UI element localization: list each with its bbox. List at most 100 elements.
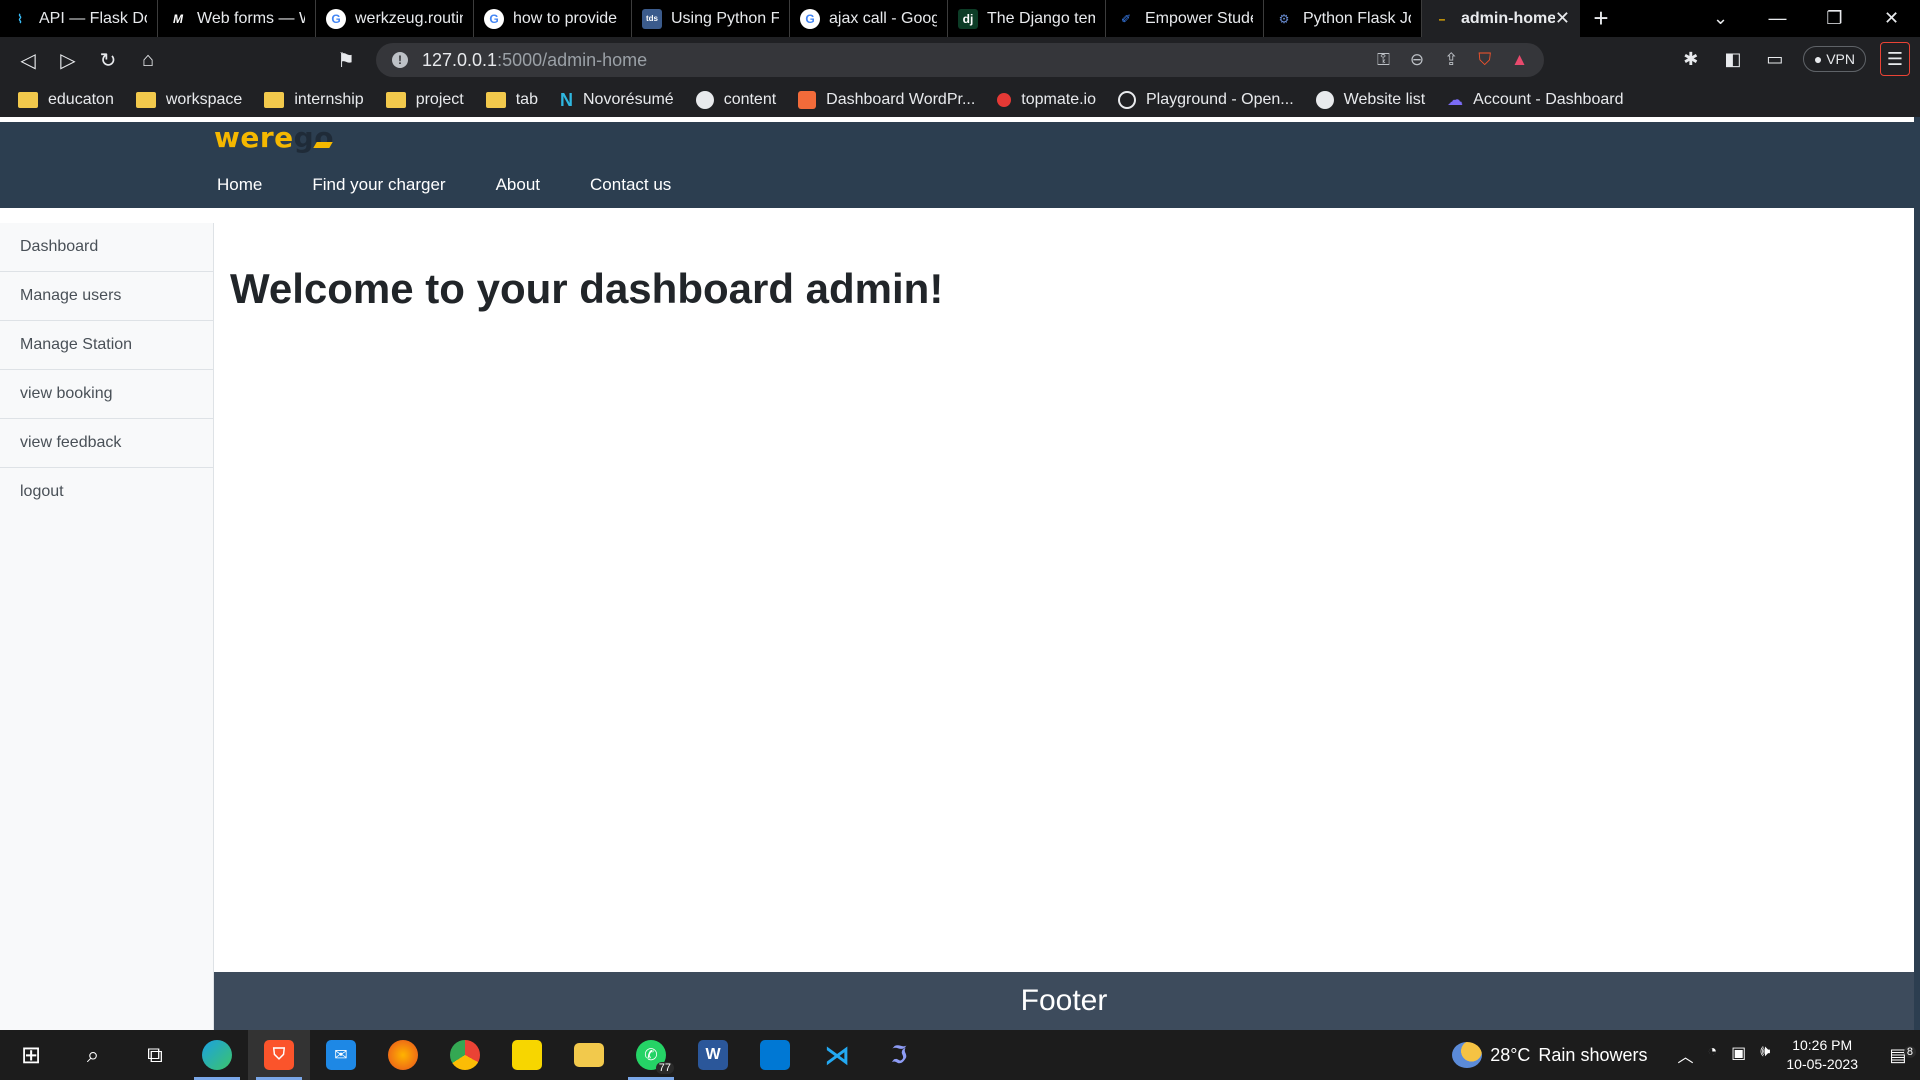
bookmark-topmate[interactable]: topmate.io <box>997 91 1096 109</box>
bookmark-novoresume[interactable]: N Novorésumé <box>560 90 674 111</box>
reload-icon[interactable]: ↻ <box>88 40 128 80</box>
tab-werkzeug-routing[interactable]: G werkzeug.routing <box>316 0 474 37</box>
nav-contact-us[interactable]: Contact us <box>590 175 671 195</box>
sidebar-item-view-booking[interactable]: view booking <box>0 370 213 419</box>
mdn-icon: M <box>173 11 183 26</box>
volume-icon[interactable]: 🕪 <box>1760 1043 1770 1067</box>
nav-home[interactable]: Home <box>217 175 262 195</box>
tab-search-icon[interactable]: ⌄ <box>1692 0 1749 37</box>
bookmarks-bar: educaton workspace internship project ta… <box>0 83 1920 117</box>
sidebar-icon[interactable]: ◧ <box>1719 42 1747 76</box>
weather-rain-icon <box>1452 1042 1483 1068</box>
tds-icon: tds <box>642 8 662 29</box>
sidebar-item-logout[interactable]: logout <box>0 468 213 517</box>
photos-icon <box>760 1040 790 1070</box>
tab-admin-home[interactable]: – admin-home ✕ <box>1422 0 1580 37</box>
brave-rewards-icon[interactable]: ▲ <box>1511 50 1528 70</box>
password-key-icon[interactable]: ⚿ <box>1377 50 1390 70</box>
taskbar-file-explorer[interactable] <box>558 1030 620 1080</box>
bookmark-internship[interactable]: internship <box>264 91 364 109</box>
tab-flask-api[interactable]: ⌇ API — Flask Docu <box>0 0 158 37</box>
extensions-icon[interactable]: ✱ <box>1677 42 1705 76</box>
start-button[interactable]: ⊞ <box>0 1030 62 1080</box>
back-icon[interactable]: ◁ <box>8 40 48 80</box>
battery-icon[interactable]: ▣ <box>1731 1043 1746 1067</box>
whatsapp-badge: 77 <box>655 1062 674 1074</box>
minimize-icon[interactable]: — <box>1749 0 1806 37</box>
share-icon[interactable]: ⇪ <box>1444 50 1458 70</box>
tab-web-forms[interactable]: M Web forms — W <box>158 0 316 37</box>
address-bar-actions: ⚿ ⊖ ⇪ ⛉ ▲ <box>1377 50 1528 70</box>
taskbar-firefox[interactable] <box>372 1030 434 1080</box>
bookmark-workspace[interactable]: workspace <box>135 91 242 109</box>
bookmark-account-dashboard[interactable]: ☁ Account - Dashboard <box>1447 90 1623 110</box>
nav-find-your-charger[interactable]: Find your charger <box>312 175 445 195</box>
nav-about[interactable]: About <box>496 175 540 195</box>
wallet-icon[interactable]: ▭ <box>1761 42 1789 76</box>
new-tab-button[interactable]: + <box>1580 0 1622 37</box>
home-icon[interactable]: ⌂ <box>128 40 168 80</box>
address-bar[interactable]: ! 127.0.0.1:5000/admin-home ⚿ ⊖ ⇪ ⛉ ▲ <box>376 43 1544 77</box>
edge-icon <box>202 1040 232 1070</box>
close-tab-icon[interactable]: ✕ <box>1555 8 1570 29</box>
bookmark-tab[interactable]: tab <box>485 91 538 109</box>
tab-ajax-call[interactable]: G ajax call - Google <box>790 0 948 37</box>
close-window-icon[interactable]: ✕ <box>1863 0 1920 37</box>
taskbar-photos[interactable] <box>744 1030 806 1080</box>
bookmark-project[interactable]: project <box>385 91 464 109</box>
site-info-icon[interactable]: ! <box>392 52 408 68</box>
tab-empower-student[interactable]: ✐ Empower Studen <box>1106 0 1264 37</box>
menu-icon[interactable]: ☰ <box>1880 42 1910 76</box>
wifi-icon[interactable]: ◔ <box>1707 1043 1717 1067</box>
novoresume-icon: N <box>559 89 573 110</box>
taskbar-brave[interactable]: ⛉ <box>248 1030 310 1080</box>
taskbar-edge[interactable] <box>186 1030 248 1080</box>
app-icon: ℑ <box>890 1041 908 1069</box>
folder-icon <box>385 92 406 108</box>
tab-how-to-provide[interactable]: G how to provide li <box>474 0 632 37</box>
taskbar-whatsapp[interactable]: ✆ 77 <box>620 1030 682 1080</box>
taskbar-word[interactable]: W <box>682 1030 744 1080</box>
vpn-button[interactable]: ● VPN <box>1802 46 1866 72</box>
page-scrollbar[interactable] <box>1914 117 1920 1030</box>
bookmark-content[interactable]: content <box>695 91 776 109</box>
tab-django-template[interactable]: dj The Django temp <box>948 0 1106 37</box>
taskbar-app[interactable]: ℑ <box>868 1030 930 1080</box>
brave-icon: ⛉ <box>264 1040 294 1070</box>
sidebar-item-dashboard[interactable]: Dashboard <box>0 223 213 272</box>
search-icon[interactable]: ⌕ <box>62 1030 124 1080</box>
site-header: werego Home Find your charger About Cont… <box>0 121 1914 208</box>
window-controls: ⌄ — ❐ ✕ <box>1692 0 1920 37</box>
google-icon: G <box>484 8 504 29</box>
bookmark-dashboard-wordpress[interactable]: Dashboard WordPr... <box>798 91 975 109</box>
bookmark-icon[interactable]: ⚑ <box>326 40 366 80</box>
brave-shield-icon[interactable]: ⛉ <box>1478 50 1491 70</box>
loading-icon: – <box>1438 11 1446 26</box>
notification-center[interactable]: ▤ 8 <box>1876 1045 1920 1066</box>
globe-icon <box>1315 91 1334 109</box>
tab-python-flask-jquery[interactable]: ⚙ Python Flask Jqu <box>1264 0 1422 37</box>
page-viewport: werego Home Find your charger About Cont… <box>0 117 1920 1030</box>
sidebar-item-manage-users[interactable]: Manage users <box>0 272 213 321</box>
taskbar-vscode[interactable]: ⋊ <box>806 1030 868 1080</box>
clock[interactable]: 10:26 PM 10-05-2023 <box>1786 1036 1858 1074</box>
taskbar-sticky-notes[interactable] <box>496 1030 558 1080</box>
account-icon: ☁ <box>1447 92 1464 109</box>
mail-icon: ✉ <box>326 1040 356 1070</box>
bookmark-website-list[interactable]: Website list <box>1315 91 1425 109</box>
weather-widget[interactable]: 28°C Rain showers <box>1452 1042 1647 1068</box>
zoom-icon[interactable]: ⊖ <box>1410 50 1424 70</box>
taskbar-chrome[interactable] <box>434 1030 496 1080</box>
bookmark-playground-openai[interactable]: Playground - Open... <box>1118 91 1294 109</box>
site-logo[interactable]: werego <box>214 121 334 154</box>
site-footer: Footer <box>214 972 1914 1030</box>
restore-icon[interactable]: ❐ <box>1806 0 1863 37</box>
task-view-icon[interactable]: ⧉ <box>124 1030 186 1080</box>
sidebar-item-view-feedback[interactable]: view feedback <box>0 419 213 468</box>
sidebar-item-manage-station[interactable]: Manage Station <box>0 321 213 370</box>
forward-icon[interactable]: ▷ <box>48 40 88 80</box>
taskbar-mail[interactable]: ✉ <box>310 1030 372 1080</box>
bookmark-educaton[interactable]: educaton <box>18 91 114 109</box>
tab-using-python-flask[interactable]: tds Using Python Fla <box>632 0 790 37</box>
show-hidden-icons-icon[interactable]: ︿ <box>1677 1043 1693 1067</box>
